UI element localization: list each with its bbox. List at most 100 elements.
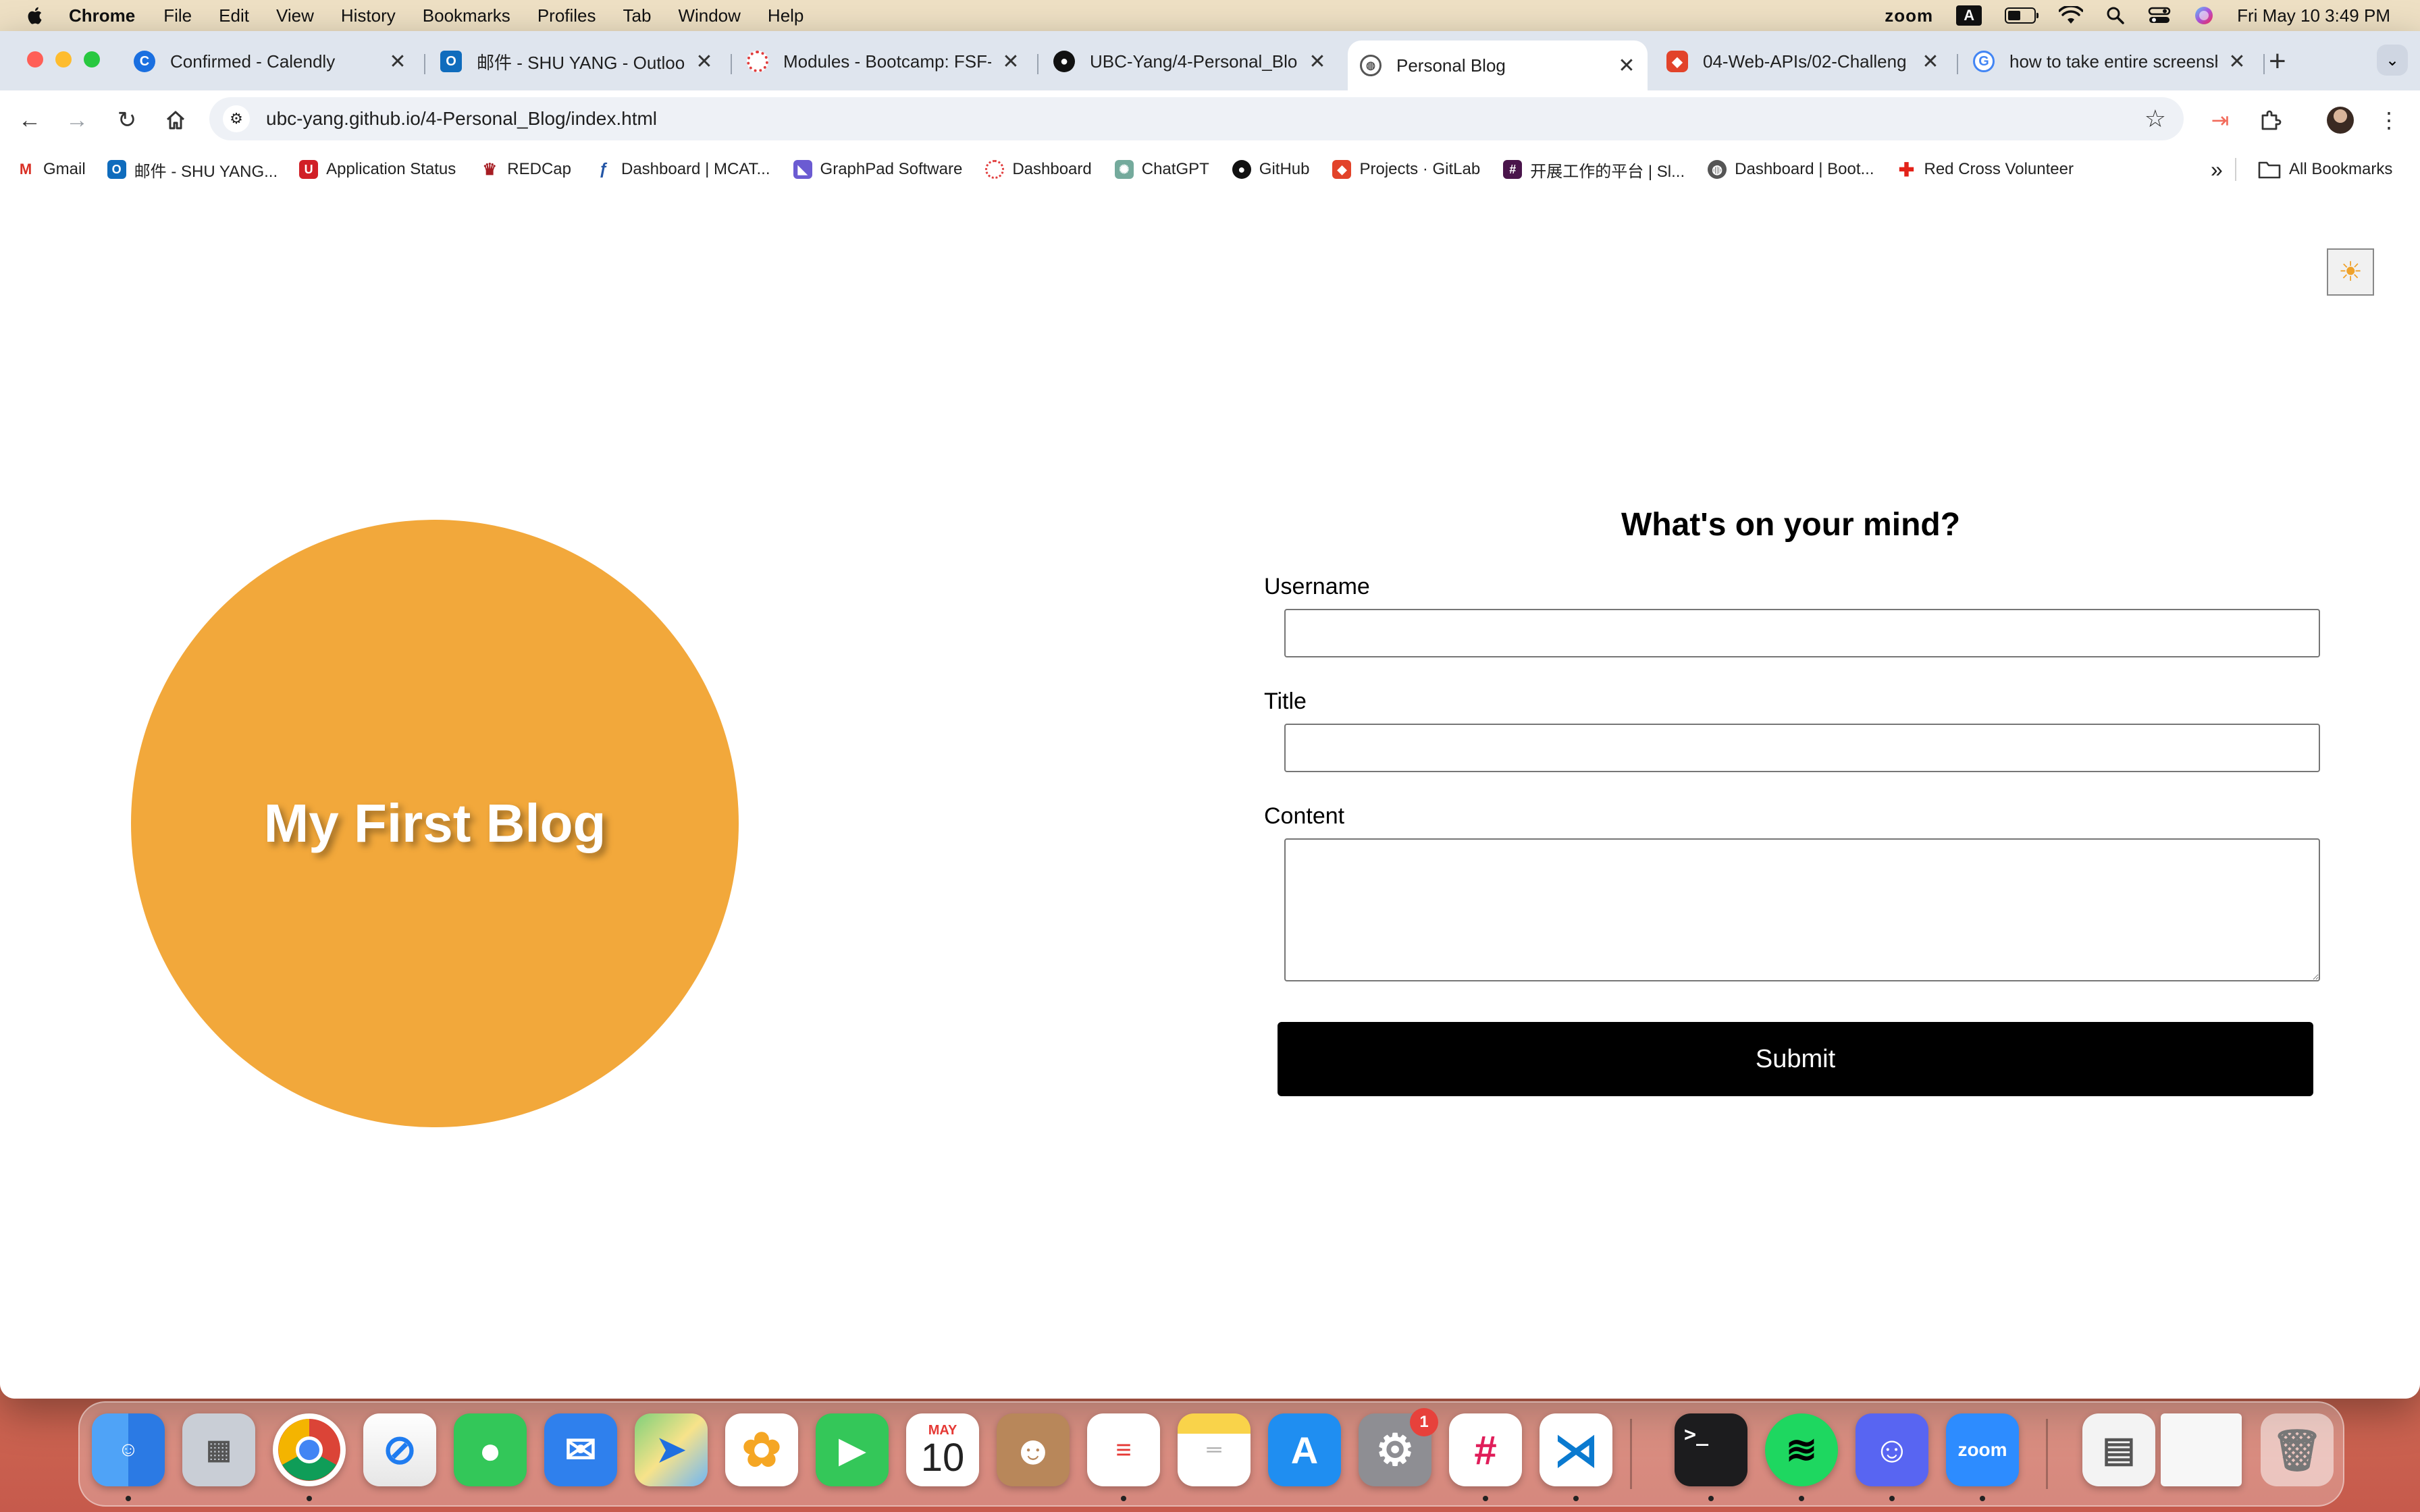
submit-button[interactable]: Submit xyxy=(1278,1022,2313,1096)
screenshot-stack-icon[interactable] xyxy=(2161,1413,2242,1486)
menu-bar-clock[interactable]: Fri May 10 3:49 PM xyxy=(2237,5,2390,26)
extensions-button[interactable] xyxy=(2253,103,2288,138)
siri-icon[interactable] xyxy=(2194,5,2214,26)
bookmark-dashboard[interactable]: Dashboard xyxy=(985,160,1092,179)
mail-icon[interactable]: ✉ xyxy=(544,1413,617,1486)
tab-title: Confirmed - Calendly xyxy=(170,51,336,72)
battery-icon[interactable] xyxy=(2005,7,2039,24)
downloads-stack-icon[interactable]: ▤ xyxy=(2082,1413,2155,1486)
theme-toggle-button[interactable]: ☀ xyxy=(2327,248,2374,296)
bookmark-gmail[interactable]: M Gmail xyxy=(16,160,86,179)
close-tab-button[interactable]: ✕ xyxy=(695,50,713,74)
close-tab-button[interactable]: ✕ xyxy=(1922,50,1939,74)
messages-icon[interactable]: ● xyxy=(454,1413,527,1486)
contacts-icon[interactable]: ☻ xyxy=(997,1413,1070,1486)
tab-search-button[interactable]: ⌄ xyxy=(2377,45,2408,76)
profile-button[interactable] xyxy=(2323,103,2358,138)
minimize-window-button[interactable] xyxy=(55,51,72,68)
photos-icon[interactable]: ✿ xyxy=(725,1413,798,1486)
reload-button[interactable]: ↻ xyxy=(111,104,143,136)
back-button[interactable]: ← xyxy=(14,104,46,136)
forward-button[interactable]: → xyxy=(61,104,93,136)
menu-tab[interactable]: Tab xyxy=(623,5,652,26)
bookmark-redcap[interactable]: ♛ REDCap xyxy=(480,160,571,179)
tab-web-apis-challenge[interactable]: ◆ 04-Web-APIs/02-Challeng ✕ xyxy=(1654,42,1951,81)
new-tab-button[interactable]: + xyxy=(2269,45,2286,78)
maps-icon[interactable]: ➤ xyxy=(635,1413,708,1486)
bookmark-star-icon[interactable]: ☆ xyxy=(2145,105,2166,133)
close-tab-button[interactable]: ✕ xyxy=(389,50,406,74)
tab-google-search[interactable]: G how to take entire screensh ✕ xyxy=(1961,42,2258,81)
tab-github-repo[interactable]: ● UBC-Yang/4-Personal_Blog ✕ xyxy=(1041,42,1338,81)
menu-bookmarks[interactable]: Bookmarks xyxy=(423,5,510,26)
bookmark-github[interactable]: ● GitHub xyxy=(1232,160,1309,179)
app-store-icon[interactable]: A xyxy=(1268,1413,1341,1486)
bookmark-application-status[interactable]: U Application Status xyxy=(299,160,456,179)
notification-badge: 1 xyxy=(1410,1408,1438,1436)
calendar-day: 10 xyxy=(920,1435,965,1480)
arrow-left-icon: ← xyxy=(18,107,41,133)
url-text[interactable]: ubc-yang.github.io/4-Personal_Blog/index… xyxy=(266,108,657,130)
menu-window[interactable]: Window xyxy=(678,5,740,26)
apple-logo-icon[interactable] xyxy=(26,5,46,26)
app-menu-chrome[interactable]: Chrome xyxy=(69,5,135,26)
finder-icon[interactable]: ☺ xyxy=(92,1413,165,1486)
red-cross-icon: ✚ xyxy=(1897,159,1916,180)
slack-icon[interactable]: # xyxy=(1449,1413,1522,1486)
title-input[interactable] xyxy=(1284,724,2320,772)
wifi-icon[interactable] xyxy=(2059,6,2084,25)
calendar-icon[interactable]: MAY 10 xyxy=(906,1413,979,1486)
safari-icon[interactable]: ⊘ xyxy=(363,1413,436,1486)
close-tab-button[interactable]: ✕ xyxy=(1309,50,1326,74)
chrome-icon[interactable] xyxy=(273,1413,346,1486)
menu-profiles[interactable]: Profiles xyxy=(537,5,596,26)
tab-outlook[interactable]: O 邮件 - SHU YANG - Outlook ✕ xyxy=(428,42,725,81)
bookmark-graphpad[interactable]: ◣ GraphPad Software xyxy=(793,160,962,179)
zoom-status-icon[interactable]: zoom xyxy=(1885,5,1933,26)
bookmark-mcat-dashboard[interactable]: ƒ Dashboard | MCAT... xyxy=(594,160,770,179)
dock-separator xyxy=(1630,1419,1632,1489)
input-source-icon[interactable]: A xyxy=(1956,5,1982,26)
tab-calendly[interactable]: C Confirmed - Calendly ✕ xyxy=(122,42,419,81)
close-tab-button[interactable]: ✕ xyxy=(1002,50,1020,74)
bookmarks-overflow-button[interactable]: » xyxy=(2211,157,2223,182)
zoom-app-icon[interactable]: zoom xyxy=(1946,1413,2019,1486)
bookmark-slack[interactable]: # 开展工作的平台 | Sl... xyxy=(1503,158,1685,182)
menu-history[interactable]: History xyxy=(341,5,396,26)
spotlight-search-icon[interactable] xyxy=(2106,6,2125,25)
bookmark-gitlab-projects[interactable]: ◆ Projects · GitLab xyxy=(1332,160,1480,179)
chrome-menu-button[interactable]: ⋮ xyxy=(2374,103,2404,138)
menu-edit[interactable]: Edit xyxy=(219,5,249,26)
system-settings-icon[interactable]: ⚙ 1 xyxy=(1359,1408,1438,1486)
close-window-button[interactable] xyxy=(27,51,43,68)
launchpad-icon[interactable]: ▦ xyxy=(182,1413,255,1486)
terminal-icon[interactable]: >_ xyxy=(1675,1413,1747,1486)
bookmark-red-cross[interactable]: ✚ Red Cross Volunteer xyxy=(1897,159,2074,180)
menu-view[interactable]: View xyxy=(276,5,314,26)
close-tab-button[interactable]: ✕ xyxy=(2228,50,2246,74)
control-center-icon[interactable] xyxy=(2148,6,2171,25)
bookmark-outlook[interactable]: O 邮件 - SHU YANG... xyxy=(107,158,278,182)
extension-button[interactable]: ⇥ xyxy=(2203,103,2238,138)
tab-personal-blog[interactable]: ◍ Personal Blog ✕ xyxy=(1348,40,1648,90)
menu-file[interactable]: File xyxy=(163,5,192,26)
home-button[interactable] xyxy=(159,104,192,136)
site-info-icon[interactable]: ⚙ xyxy=(223,105,250,132)
discord-icon[interactable]: ☺ xyxy=(1856,1413,1928,1486)
address-bar[interactable]: ⚙ ubc-yang.github.io/4-Personal_Blog/ind… xyxy=(209,97,2184,140)
all-bookmarks-button[interactable]: All Bookmarks xyxy=(2258,160,2392,179)
spotify-icon[interactable]: ≋ xyxy=(1765,1413,1838,1486)
tab-bootcamp-modules[interactable]: Modules - Bootcamp: FSF- ✕ xyxy=(735,42,1032,81)
bookmark-chatgpt[interactable]: ✺ ChatGPT xyxy=(1114,160,1209,179)
content-textarea[interactable] xyxy=(1284,838,2320,981)
bookmark-bootcamp-dashboard[interactable]: ◍ Dashboard | Boot... xyxy=(1708,160,1874,179)
username-input[interactable] xyxy=(1284,609,2320,657)
close-tab-button[interactable]: ✕ xyxy=(1618,54,1635,78)
facetime-icon[interactable]: ▶ xyxy=(816,1413,889,1486)
menu-help[interactable]: Help xyxy=(768,5,804,26)
trash-icon[interactable]: 🗑 xyxy=(2261,1413,2334,1486)
notes-icon[interactable]: ═ xyxy=(1178,1413,1251,1486)
reminders-icon[interactable]: ≡ xyxy=(1087,1413,1160,1486)
vscode-icon[interactable]: ⋊ xyxy=(1540,1413,1612,1486)
zoom-window-button[interactable] xyxy=(84,51,100,68)
